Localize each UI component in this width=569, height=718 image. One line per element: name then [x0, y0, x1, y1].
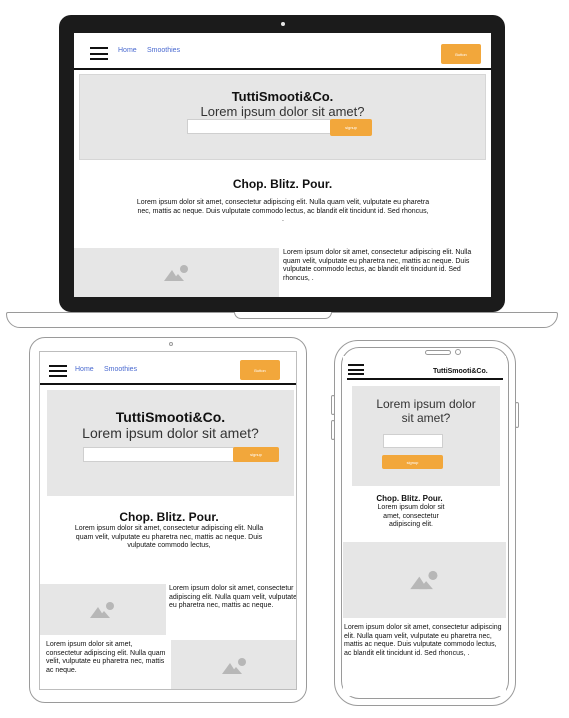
tablet-camera: [169, 342, 173, 346]
image-placeholder: [74, 248, 279, 297]
signup-button[interactable]: signup: [330, 119, 372, 136]
image-placeholder: [171, 640, 296, 689]
section-heading: Chop. Blitz. Pour.: [119, 510, 219, 524]
laptop-notch: [234, 312, 332, 319]
hamburger-menu-icon[interactable]: [49, 365, 67, 377]
header-brand: TuttiSmooti&Co.: [433, 368, 488, 375]
hero-tagline: Lorem ipsum dolor sit amet?: [82, 425, 259, 441]
email-input[interactable]: [383, 434, 443, 448]
laptop-screen: Home Smoothies Button TuttiSmooti&Co. Lo…: [74, 33, 491, 297]
hero-tagline: Lorem ipsum dolor sit amet?: [200, 104, 365, 119]
email-input[interactable]: [187, 119, 331, 134]
header-button[interactable]: Button: [441, 44, 481, 64]
email-input[interactable]: [83, 447, 235, 462]
hamburger-menu-icon[interactable]: [90, 47, 108, 60]
signup-button[interactable]: signup: [382, 455, 443, 469]
side-text: Lorem ipsum dolor sit amet, consectetur …: [46, 641, 166, 674]
phone-volume-up: [331, 395, 335, 415]
phone-screen: TuttiSmooti&Co. Lorem ipsum dolor sit am…: [343, 356, 506, 696]
nav-smoothies-link[interactable]: Smoothies: [147, 47, 180, 54]
image-placeholder: [40, 584, 166, 635]
phone-speaker: [425, 350, 451, 355]
image-placeholder: [343, 542, 506, 618]
section-paragraph: Lorem ipsum dolor sit amet, consectetur …: [74, 525, 264, 550]
laptop-camera: [281, 22, 285, 26]
header-divider: [347, 378, 503, 380]
section-heading: Chop. Blitz. Pour.: [376, 494, 443, 503]
phone-volume-down: [331, 420, 335, 440]
nav-home-link[interactable]: Home: [118, 47, 137, 54]
nav-smoothies-link[interactable]: Smoothies: [104, 366, 137, 373]
section-paragraph: Lorem ipsum dolor sit amet, consectetur …: [136, 199, 430, 224]
header-divider: [40, 383, 296, 385]
image-placeholder-icon: [221, 657, 246, 674]
phone-camera: [455, 349, 461, 355]
section-heading: Chop. Blitz. Pour.: [232, 177, 333, 191]
phone-power-button: [515, 402, 519, 428]
side-text: Lorem ipsum dolor sit amet, consectetur …: [169, 585, 297, 610]
image-placeholder-icon: [409, 570, 437, 590]
image-placeholder-icon: [163, 264, 188, 281]
side-text: Lorem ipsum dolor sit amet, consectetur …: [283, 249, 472, 282]
hero-tagline: Lorem ipsum dolor sit amet?: [376, 397, 476, 426]
header-divider: [74, 68, 491, 70]
tablet-screen: Home Smoothies Button TuttiSmooti&Co. Lo…: [39, 351, 297, 690]
bottom-text: Lorem ipsum dolor sit amet, consectetur …: [344, 624, 502, 657]
image-placeholder-icon: [90, 601, 114, 618]
hamburger-menu-icon[interactable]: [348, 364, 364, 375]
hero-brand: TuttiSmooti&Co.: [115, 409, 226, 425]
hero-section: TuttiSmooti&Co. Lorem ipsum dolor sit am…: [47, 390, 294, 496]
header-button[interactable]: Button: [240, 360, 280, 380]
signup-button[interactable]: signup: [233, 447, 279, 462]
hero-brand: TuttiSmooti&Co.: [231, 89, 334, 104]
hero-section: TuttiSmooti&Co. Lorem ipsum dolor sit am…: [79, 74, 486, 160]
section-paragraph: Lorem ipsum dolor sit amet, consectetur …: [377, 504, 445, 529]
nav-home-link[interactable]: Home: [75, 366, 94, 373]
